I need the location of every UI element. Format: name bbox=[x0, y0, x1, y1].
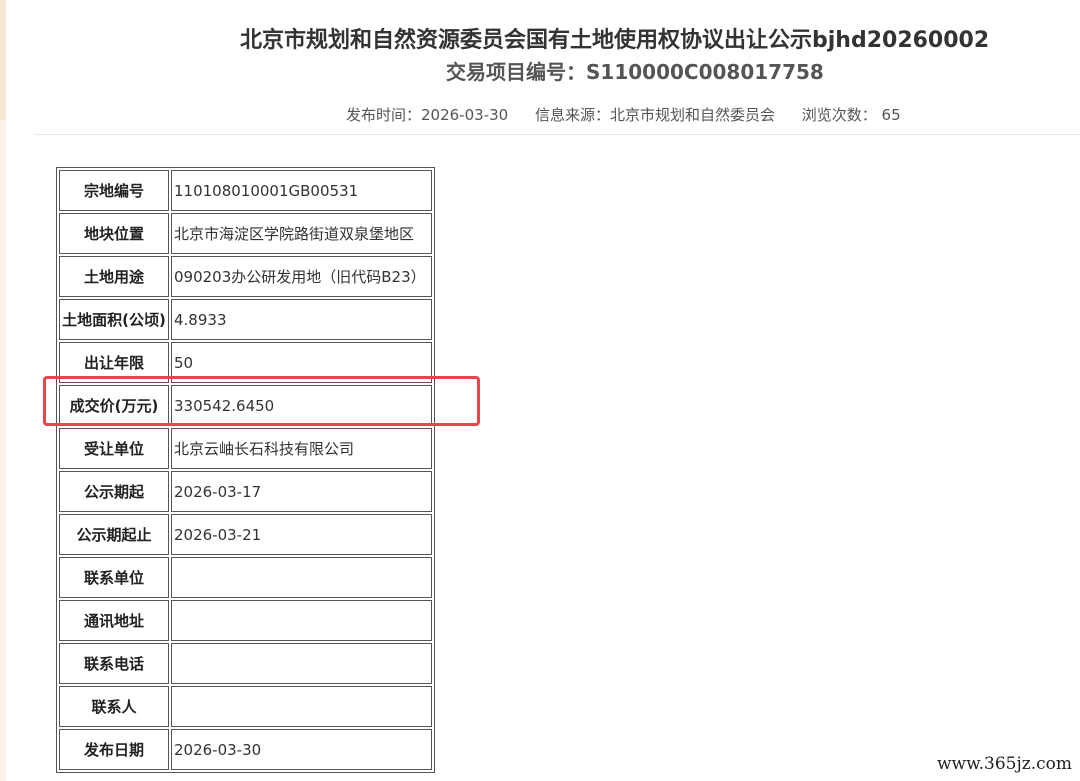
row-value-notice-start: 2026-03-17 bbox=[171, 471, 432, 512]
row-value-contact-person bbox=[171, 686, 432, 727]
view-count: 浏览次数： 65 bbox=[801, 106, 901, 124]
row-label-location: 地块位置 bbox=[59, 213, 169, 254]
table-row: 受让单位 北京云岫长石科技有限公司 bbox=[59, 428, 432, 469]
table-row: 联系电话 bbox=[59, 643, 432, 684]
row-label-contact-person: 联系人 bbox=[59, 686, 169, 727]
land-info-table: 宗地编号 110108010001GB00531 地块位置 北京市海淀区学院路街… bbox=[56, 167, 435, 773]
row-value-notice-end: 2026-03-21 bbox=[171, 514, 432, 555]
table-row: 土地用途 090203办公研发用地（旧代码B23） bbox=[59, 256, 432, 297]
page-title: 北京市规划和自然资源委员会国有土地使用权协议出让公示bjhd20260002 bbox=[240, 28, 990, 53]
row-label-phone: 联系电话 bbox=[59, 643, 169, 684]
row-value-location: 北京市海淀区学院路街道双泉堡地区 bbox=[171, 213, 432, 254]
table-row: 土地面积(公顷) 4.8933 bbox=[59, 299, 432, 340]
row-value-address bbox=[171, 600, 432, 641]
header-divider bbox=[34, 134, 1080, 135]
row-label-notice-end: 公示期起止 bbox=[59, 514, 169, 555]
article-meta: 发布时间：2026-03-30 信息来源：北京市规划和自然委员会 浏览次数： 6… bbox=[346, 104, 901, 125]
table-row: 联系单位 bbox=[59, 557, 432, 598]
row-value-land-use: 090203办公研发用地（旧代码B23） bbox=[171, 256, 432, 297]
table-row: 公示期起 2026-03-17 bbox=[59, 471, 432, 512]
site-watermark: www.365jz.com bbox=[937, 754, 1072, 774]
table-row: 联系人 bbox=[59, 686, 432, 727]
row-label-transferee: 受让单位 bbox=[59, 428, 169, 469]
info-source: 信息来源：北京市规划和自然委员会 bbox=[534, 106, 775, 124]
table-row: 公示期起止 2026-03-21 bbox=[59, 514, 432, 555]
row-label-land-use: 土地用途 bbox=[59, 256, 169, 297]
table-row: 成交价(万元) 330542.6450 bbox=[59, 385, 432, 426]
row-label-area: 土地面积(公顷) bbox=[59, 299, 169, 340]
page-edge-tint-top bbox=[0, 0, 6, 120]
row-value-parcel-id: 110108010001GB00531 bbox=[171, 170, 432, 211]
table-row: 出让年限 50 bbox=[59, 342, 432, 383]
row-label-notice-start: 公示期起 bbox=[59, 471, 169, 512]
row-value-term: 50 bbox=[171, 342, 432, 383]
row-value-price: 330542.6450 bbox=[171, 385, 432, 426]
row-value-transferee: 北京云岫长石科技有限公司 bbox=[171, 428, 432, 469]
publish-time: 发布时间：2026-03-30 bbox=[346, 106, 509, 124]
row-label-contact-unit: 联系单位 bbox=[59, 557, 169, 598]
row-value-contact-unit bbox=[171, 557, 432, 598]
row-value-area: 4.8933 bbox=[171, 299, 432, 340]
table-row: 发布日期 2026-03-30 bbox=[59, 729, 432, 770]
row-label-price: 成交价(万元) bbox=[59, 385, 169, 426]
table-row: 宗地编号 110108010001GB00531 bbox=[59, 170, 432, 211]
row-label-publish-date: 发布日期 bbox=[59, 729, 169, 770]
project-number: 交易项目编号：S110000C008017758 bbox=[446, 60, 824, 84]
row-value-publish-date: 2026-03-30 bbox=[171, 729, 432, 770]
table-row: 通讯地址 bbox=[59, 600, 432, 641]
row-label-address: 通讯地址 bbox=[59, 600, 169, 641]
table-row: 地块位置 北京市海淀区学院路街道双泉堡地区 bbox=[59, 213, 432, 254]
row-label-parcel-id: 宗地编号 bbox=[59, 170, 169, 211]
row-label-term: 出让年限 bbox=[59, 342, 169, 383]
row-value-phone bbox=[171, 643, 432, 684]
